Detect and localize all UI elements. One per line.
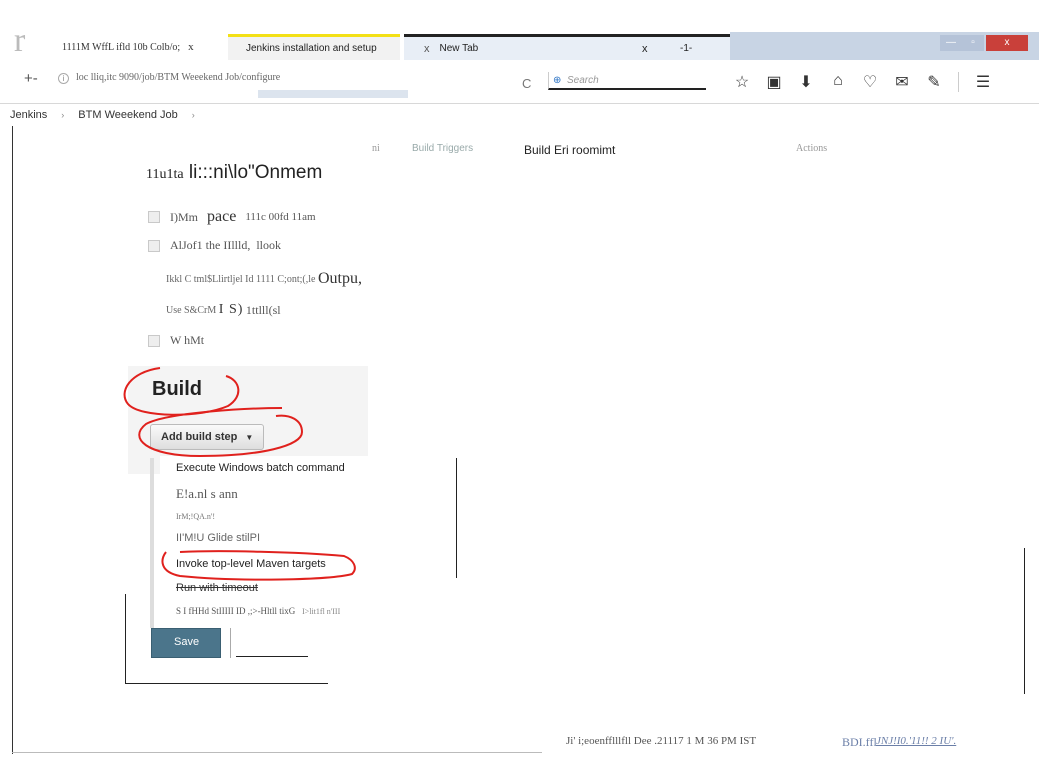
option-label-2: Outpu, xyxy=(317,270,362,287)
menu-item-run-timeout[interactable]: Run with timeout xyxy=(176,582,258,594)
menu-item-label-2: I>lit1fl n'III xyxy=(302,607,341,616)
tab-post-build-actions[interactable]: Actions xyxy=(796,143,827,154)
extension-icon[interactable]: ✎ xyxy=(926,72,942,92)
search-input[interactable]: ⊕ Search xyxy=(548,72,706,90)
option-with-ant[interactable]: W hMt xyxy=(148,333,204,348)
search-icon: ⊕ xyxy=(553,75,562,86)
menu-item-invoke-maven[interactable]: Invoke top-level Maven targets xyxy=(176,558,326,570)
chat-icon[interactable]: ✉ xyxy=(894,72,910,92)
tab-build-environment[interactable]: Build Eri roomimt xyxy=(524,143,615,157)
browser-tabstrip: r 1111M WffL ifld 10b Colb/o; x Jenkins … xyxy=(0,0,1039,60)
option-delete-workspace[interactable]: I)Mm pace 111c 00fd 11am xyxy=(148,208,316,226)
option-label-2: I S) xyxy=(218,302,244,317)
tab-3-label: New Tab xyxy=(439,43,479,54)
tab-3-close-icon-2[interactable]: x xyxy=(642,43,648,55)
menu-icon[interactable]: ☰ xyxy=(975,72,991,92)
breadcrumb-separator: › xyxy=(61,110,65,120)
add-build-step-label: Add build step xyxy=(161,431,238,443)
tab-3-close-icon[interactable]: x xyxy=(424,43,430,55)
jenkins-version-link[interactable]: JNJ!I0.'11!! 2 IU'. xyxy=(876,735,956,747)
section-title-prefix: 11u1ta xyxy=(146,167,184,182)
address-bar[interactable]: loc lliq,itc 9090/job/BTM Weeekend Job/c… xyxy=(76,72,406,83)
download-icon[interactable]: ⬇ xyxy=(798,72,814,92)
reload-icon[interactable]: C xyxy=(522,76,531,91)
divider xyxy=(125,594,126,684)
tab-1[interactable]: 1111M WffL ifld 10b Colb/o; x xyxy=(28,34,228,60)
tab-2-label: Jenkins installation and setup xyxy=(246,43,377,54)
tab-new-tab[interactable]: x New Tab x -1- xyxy=(404,34,730,60)
tab-build-triggers[interactable]: Build Triggers xyxy=(412,143,473,154)
option-label-3: llook xyxy=(256,238,281,252)
pocket-icon[interactable]: ♡ xyxy=(862,72,878,92)
search-placeholder: Search xyxy=(567,75,599,86)
menu-item-set-build-status[interactable]: S I fHHd StIIIII ID ,;>-Hltll tixG I>lit… xyxy=(176,606,340,616)
page-generated-text: Ji' i;eoenfflllfll Dee .21117 1 M 36 PM … xyxy=(566,735,757,747)
close-window-icon[interactable]: x xyxy=(986,35,1028,51)
option-label: W hMt xyxy=(170,333,205,347)
menu-item-label: S I fHHd StIIIII ID ,;>-Hltll tixG xyxy=(176,606,296,616)
content-border-bottom xyxy=(12,752,542,753)
tab-jenkins-installation[interactable]: Jenkins installation and setup xyxy=(228,34,400,60)
tab-1-label: 1111M WffL ifld 10b Colb/o; xyxy=(62,41,181,53)
info-icon[interactable]: i xyxy=(58,73,69,84)
maximize-icon[interactable]: ▫ xyxy=(962,35,984,51)
minimize-icon[interactable]: — xyxy=(940,35,962,51)
add-build-step-button[interactable]: Add build step ▼ xyxy=(150,424,265,450)
home-icon[interactable]: ⌂ xyxy=(830,72,846,92)
apply-button[interactable] xyxy=(230,628,236,658)
divider xyxy=(125,683,328,684)
option-secret-text[interactable]: Use S&CrM I S) 1ttlll(sl xyxy=(166,302,281,318)
option-label: AlJof1 the IIllld, xyxy=(170,238,251,252)
build-heading: Build xyxy=(152,378,202,400)
breadcrumb-jenkins[interactable]: Jenkins xyxy=(10,109,47,121)
tab-1-close-icon[interactable]: x xyxy=(188,41,194,53)
star-icon[interactable]: ☆ xyxy=(734,72,750,92)
option-label: I)Mm xyxy=(170,209,198,224)
clipboard-icon[interactable]: ▣ xyxy=(766,72,782,92)
section-title-text: li:::ni\lo"Onmem xyxy=(188,162,323,183)
rest-api-link[interactable]: BDI.ffl xyxy=(842,735,877,750)
address-bar-progress xyxy=(258,90,408,98)
checkbox[interactable] xyxy=(148,211,160,223)
option-label-3: 111c 00fd 11am xyxy=(245,211,316,223)
menu-item-shell[interactable]: E!a.nl s ann xyxy=(176,486,238,502)
section-title: 11u1ta li:::ni\lo"Onmem xyxy=(146,162,322,184)
tab-3-extra: -1- xyxy=(680,43,693,54)
option-label-2: pace xyxy=(207,208,237,225)
toolbar-separator xyxy=(958,72,959,92)
browser-navbar: +- i loc lliq,itc 9090/job/BTM Weeekend … xyxy=(0,60,1039,104)
checkbox[interactable] xyxy=(148,334,160,347)
build-step-menu: Execute Windows batch command E!a.nl s a… xyxy=(160,456,456,628)
breadcrumb-separator-2: › xyxy=(191,110,195,120)
content-border-left xyxy=(12,126,13,754)
back-forward-icon[interactable]: +- xyxy=(24,70,38,87)
option-label-3: 1ttlll(sl xyxy=(245,302,281,317)
menu-item-windows-batch[interactable]: Execute Windows batch command xyxy=(176,462,345,474)
divider xyxy=(1024,548,1025,694)
menu-edge xyxy=(150,458,154,628)
browser-logo-icon: r xyxy=(14,22,26,59)
option-label: Ikkl C tml$Llirtljel Id 1111 C;ont;(,le xyxy=(166,273,316,285)
chevron-down-icon: ▼ xyxy=(245,432,254,442)
checkbox[interactable] xyxy=(148,239,160,252)
menu-item-gradle[interactable]: II'M!U Glide stilPI xyxy=(176,532,260,544)
divider xyxy=(236,656,308,657)
divider xyxy=(456,458,457,578)
tab-general[interactable]: ni xyxy=(372,143,380,154)
menu-item-invoke-ant[interactable]: IrM;!QA.n'! xyxy=(176,512,215,521)
option-label: Use S&CrM xyxy=(166,304,217,316)
toolbar-icons: ☆ ▣ ⬇ ⌂ ♡ ✉ ✎ ☰ xyxy=(734,72,991,92)
option-abort-build[interactable]: AlJof1 the IIllld, llook xyxy=(148,238,281,253)
breadcrumb-job[interactable]: BTM Weeekend Job xyxy=(78,109,177,121)
window-controls: — ▫ x xyxy=(730,32,1039,60)
breadcrumb: Jenkins › BTM Weeekend Job › xyxy=(0,104,420,126)
option-timestamps[interactable]: Ikkl C tml$Llirtljel Id 1111 C;ont;(,le … xyxy=(166,270,362,288)
save-button[interactable]: Save xyxy=(151,628,221,658)
